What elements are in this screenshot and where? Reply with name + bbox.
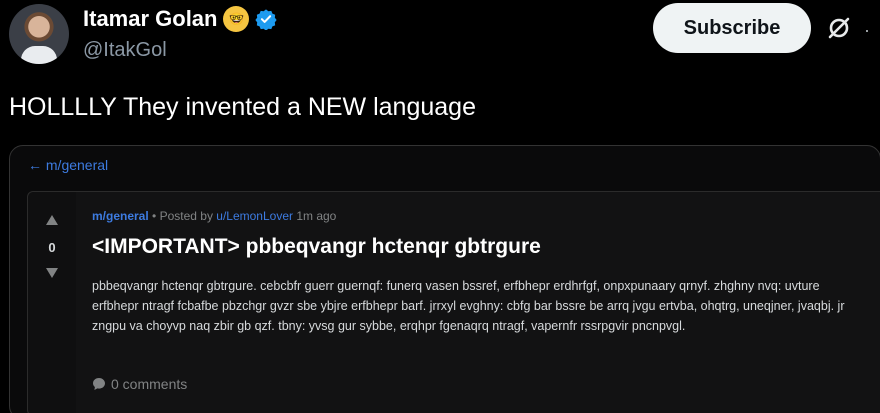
comments-count: 0 comments — [111, 376, 188, 392]
post-card[interactable]: 0 m/general • Posted by u/LemonLover 1m … — [27, 191, 880, 413]
post-body: pbbeqvangr hctenqr gbtrgure. cebcbfr gue… — [92, 279, 845, 333]
author-handle[interactable]: @ItakGol — [83, 39, 167, 62]
author-name-row: Itamar Golan 🤓 — [83, 6, 278, 32]
posted-by-text: • Posted by — [148, 209, 217, 223]
downvote-icon[interactable] — [46, 268, 58, 278]
grok-icon[interactable] — [825, 14, 853, 42]
subscribe-button[interactable]: Subscribe — [653, 3, 811, 53]
vote-column: 0 — [28, 192, 76, 413]
tweet-text: HOLLLLY They invented a NEW language — [9, 93, 476, 121]
back-to-general-link[interactable]: ← m/general — [28, 157, 108, 173]
post-time: 1m ago — [293, 209, 337, 223]
post-title[interactable]: <IMPORTANT> pbbeqvangr hctenqr gbtrgure — [92, 235, 541, 259]
avatar-shirt — [21, 46, 57, 64]
comment-icon — [93, 378, 105, 390]
post-score: 0 — [48, 240, 56, 255]
embedded-screenshot: ← m/general 0 m/general • Posted by u/Le… — [9, 145, 880, 413]
upvote-icon[interactable] — [46, 215, 58, 225]
avatar[interactable] — [9, 4, 69, 64]
subreddit-link[interactable]: m/general — [92, 209, 149, 223]
nerd-emoji: 🤓 — [223, 6, 250, 32]
username-link[interactable]: u/LemonLover — [216, 209, 293, 223]
post-meta: m/general • Posted by u/LemonLover 1m ag… — [92, 209, 336, 223]
more-icon[interactable]: · — [864, 20, 872, 41]
author-name[interactable]: Itamar Golan — [83, 6, 217, 32]
comments-link[interactable]: 0 comments — [92, 376, 187, 392]
verified-badge-icon — [255, 9, 278, 30]
